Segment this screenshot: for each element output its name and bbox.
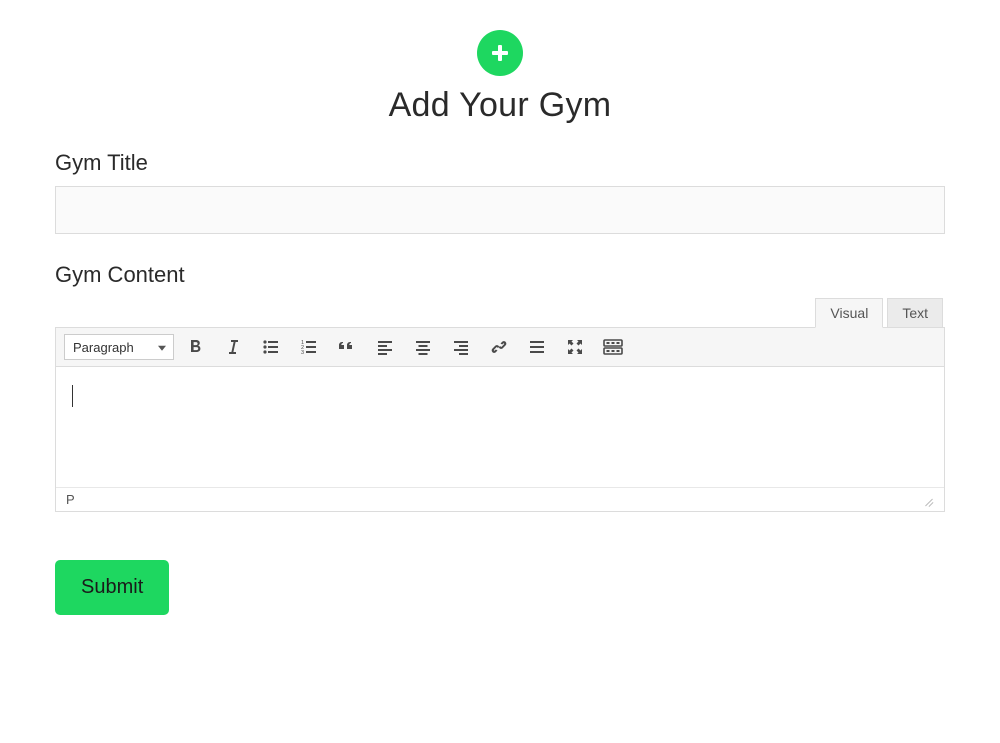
link-icon[interactable] — [488, 336, 510, 358]
svg-text:3: 3 — [301, 350, 304, 356]
editor-textarea[interactable] — [56, 367, 944, 487]
gym-content-label: Gym Content — [55, 262, 945, 288]
fullscreen-icon[interactable] — [564, 336, 586, 358]
editor-status-path: P — [66, 492, 75, 507]
align-center-icon[interactable] — [412, 336, 434, 358]
numbered-list-icon[interactable]: 123 — [298, 336, 320, 358]
bulleted-list-icon[interactable] — [260, 336, 282, 358]
toolbar-toggle-icon[interactable] — [602, 336, 624, 358]
gym-title-input[interactable] — [55, 186, 945, 234]
add-icon — [477, 30, 523, 76]
page-title: Add Your Gym — [55, 86, 945, 125]
format-select-label: Paragraph — [73, 340, 134, 355]
gym-title-label: Gym Title — [55, 150, 945, 176]
tab-text[interactable]: Text — [887, 298, 943, 328]
italic-icon[interactable] — [222, 336, 244, 358]
resize-handle-icon[interactable] — [920, 493, 934, 507]
insert-more-icon[interactable] — [526, 336, 548, 358]
tab-visual[interactable]: Visual — [815, 298, 883, 328]
bold-icon[interactable] — [184, 336, 206, 358]
align-right-icon[interactable] — [450, 336, 472, 358]
align-left-icon[interactable] — [374, 336, 396, 358]
text-cursor — [72, 385, 73, 407]
editor: Paragraph 123 — [55, 327, 945, 512]
blockquote-icon[interactable] — [336, 336, 358, 358]
format-select[interactable]: Paragraph — [64, 334, 174, 360]
editor-toolbar: Paragraph 123 — [56, 328, 944, 367]
submit-button[interactable]: Submit — [55, 560, 169, 615]
